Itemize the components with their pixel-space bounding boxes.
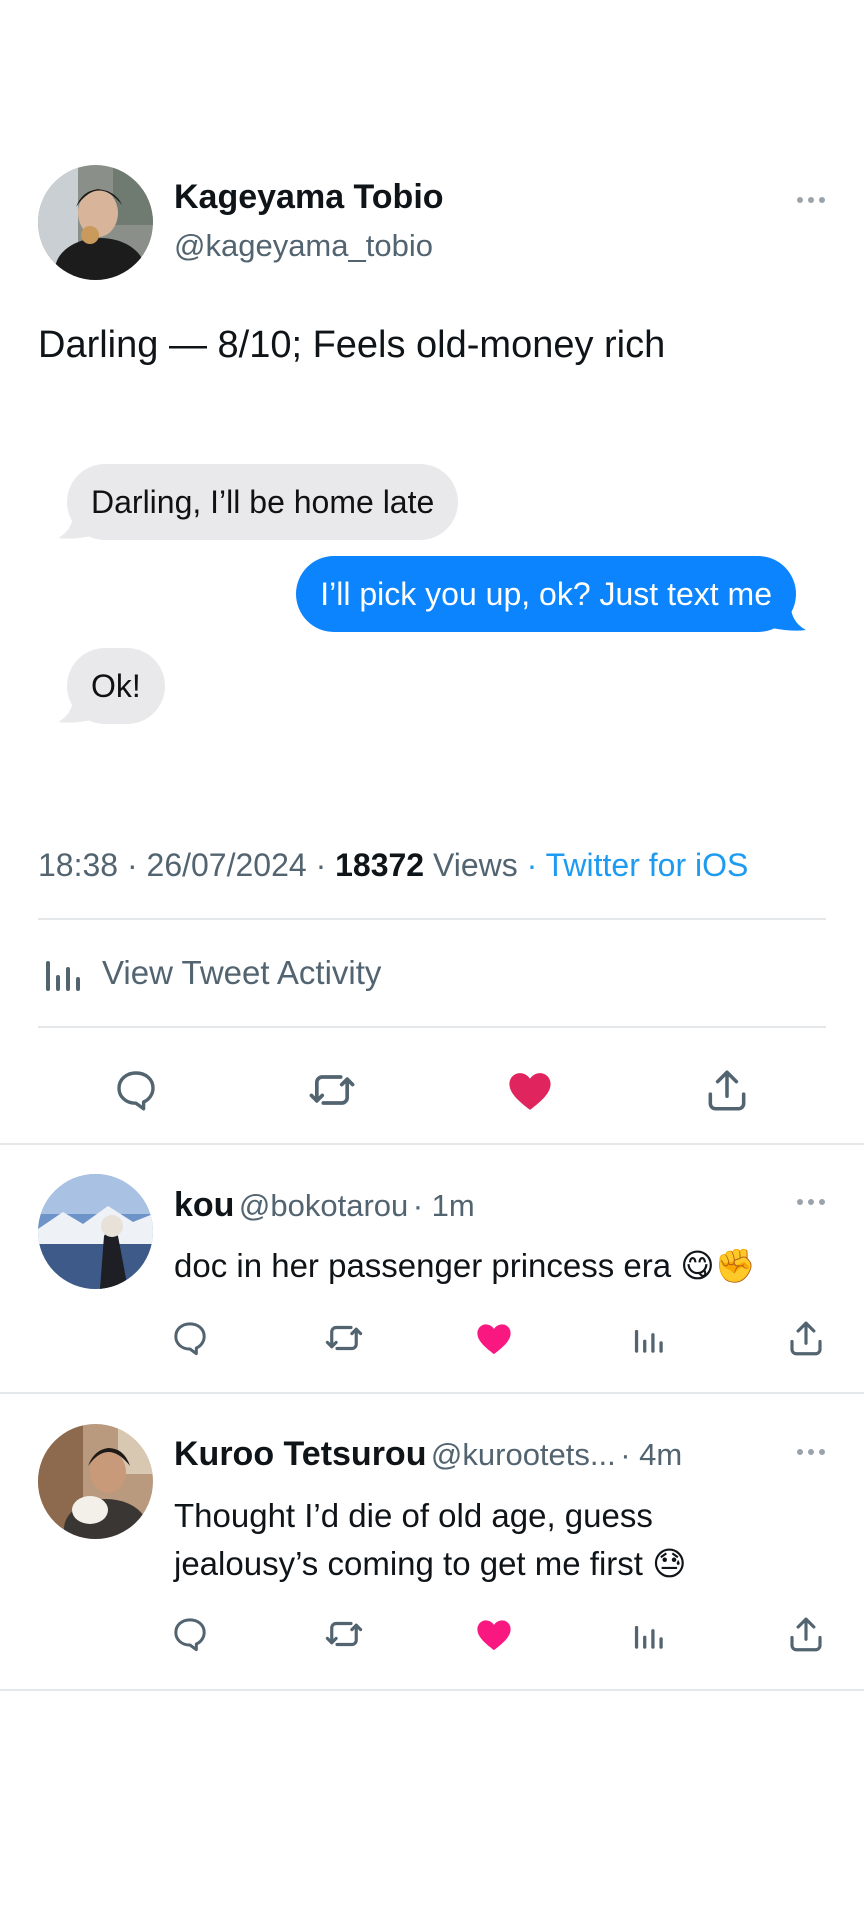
reply-button[interactable] [166, 1610, 214, 1658]
tweet-meta: 18:38 · 26/07/2024 · 18372 Views · Twitt… [38, 847, 748, 884]
meta-separator: · [315, 847, 336, 883]
share-button[interactable] [782, 1314, 830, 1362]
retweet-button[interactable] [300, 1058, 364, 1122]
reply-header: Kuroo Tetsurou @kurootets... · 4m [174, 1435, 682, 1474]
like-button[interactable] [470, 1610, 518, 1658]
retweet-icon [325, 1621, 363, 1647]
reply-text-line: jealousy’s coming to get me first 😓 [174, 1545, 687, 1582]
message-bubble-outgoing: I’ll pick you up, ok? Just text me [296, 556, 796, 632]
author-handle[interactable]: @kageyama_tobio [174, 228, 433, 264]
share-button[interactable] [695, 1058, 759, 1122]
heart-icon [477, 1620, 511, 1651]
divider [38, 918, 826, 920]
share-button[interactable] [782, 1610, 830, 1658]
reply-header: kou @bokotarou · 1m [174, 1186, 475, 1225]
more-icon[interactable] [797, 197, 825, 203]
views-count: 18372 [335, 847, 425, 883]
view-activity-button[interactable]: View Tweet Activity [38, 948, 381, 998]
share-icon [790, 1617, 822, 1652]
reply-time: 1m [431, 1188, 475, 1223]
retweet-icon [309, 1075, 355, 1105]
message-bubble-incoming: Darling, I’ll be home late [67, 464, 459, 540]
reply-icon [117, 1071, 155, 1111]
reply-avatar[interactable] [38, 1424, 153, 1539]
reply-button[interactable] [104, 1058, 168, 1122]
reply-button[interactable] [166, 1314, 214, 1362]
heart-icon [477, 1324, 511, 1355]
divider [0, 1392, 864, 1394]
reply-author-handle[interactable]: @bokotarou [239, 1188, 408, 1223]
tweet-source-link[interactable]: Twitter for iOS [546, 847, 749, 883]
author-name[interactable]: Kageyama Tobio [174, 178, 444, 217]
meta-separator: · [620, 1437, 640, 1472]
tweet-date: 26/07/2024 [146, 847, 307, 883]
reply-author-handle[interactable]: @kurootets... [431, 1437, 616, 1472]
message-bubble-incoming: Ok! [67, 648, 165, 724]
divider [0, 1689, 864, 1691]
reply-author-name[interactable]: kou [174, 1186, 234, 1224]
share-icon [708, 1070, 746, 1111]
analytics-icon [634, 1625, 663, 1649]
like-button[interactable] [498, 1058, 562, 1122]
more-icon[interactable] [797, 1199, 825, 1205]
heart-icon [509, 1073, 551, 1110]
author-avatar[interactable] [38, 165, 153, 280]
divider [38, 1026, 826, 1028]
views-label: Views [432, 847, 518, 883]
meta-separator: · [412, 1188, 432, 1223]
retweet-icon [325, 1325, 363, 1351]
reply-text-line: Thought I’d die of old age, guess [174, 1497, 653, 1534]
reply-icon [174, 1322, 206, 1356]
share-icon [790, 1321, 822, 1356]
analytics-icon [634, 1329, 663, 1353]
like-button[interactable] [470, 1314, 518, 1362]
view-activity-label: View Tweet Activity [102, 954, 382, 991]
more-icon[interactable] [797, 1449, 825, 1455]
meta-separator: · [126, 847, 147, 883]
reply-time: 4m [639, 1437, 683, 1472]
analytics-button[interactable] [624, 1610, 672, 1658]
reply-icon [174, 1618, 206, 1652]
divider [0, 1143, 864, 1145]
analytics-icon [46, 961, 80, 991]
retweet-button[interactable] [320, 1314, 368, 1362]
meta-separator: · [526, 847, 546, 883]
tweet-text: Darling — 8/10; Feels old-money rich [38, 324, 666, 366]
tweet-time: 18:38 [38, 847, 119, 883]
reply-avatar[interactable] [38, 1174, 153, 1289]
retweet-button[interactable] [320, 1610, 368, 1658]
analytics-button[interactable] [624, 1314, 672, 1362]
reply-author-name[interactable]: Kuroo Tetsurou [174, 1435, 426, 1473]
reply-text: Thought I’d die of old age, guess jealou… [174, 1492, 687, 1588]
reply-text: doc in her passenger princess era 😋✊ [174, 1247, 756, 1284]
